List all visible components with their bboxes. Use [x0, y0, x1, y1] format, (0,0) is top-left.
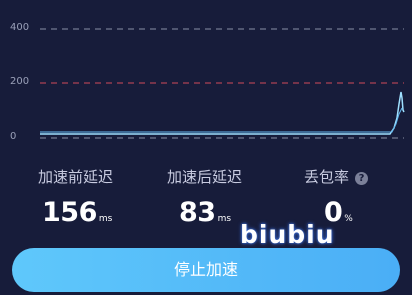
watermark-logo: biubiu	[240, 220, 335, 249]
stat-label-before: 加速前延迟	[38, 168, 114, 186]
stat-unit-after: ms	[217, 214, 232, 224]
stat-value-after: 83	[179, 197, 216, 228]
help-icon[interactable]: ?	[355, 172, 369, 185]
latency-chart-svg	[40, 28, 405, 139]
latency-series-line-2	[40, 107, 403, 133]
y-tick-0: 0	[10, 131, 17, 142]
stats-row: 加速前延迟 156 ms 加速后延迟 83 ms 丢包率? 0%	[0, 166, 412, 236]
y-tick-400: 400	[10, 22, 30, 33]
stat-label-after: 加速后延迟	[167, 168, 243, 186]
stop-acceleration-button[interactable]: 停止加速	[12, 248, 400, 292]
latency-series-line	[40, 91, 405, 135]
stat-value-before: 156	[42, 197, 97, 228]
latency-chart: 400 200 0	[0, 0, 412, 160]
stat-latency-before: 加速前延迟 156 ms	[38, 166, 113, 228]
y-tick-200: 200	[10, 76, 30, 87]
stat-label-loss: 丢包率	[304, 168, 350, 186]
stat-unit-loss: %	[344, 214, 353, 224]
stat-latency-after: 加速后延迟 83 ms	[167, 166, 242, 228]
stat-unit-before: ms	[98, 214, 113, 224]
stat-packet-loss: 丢包率? 0%	[304, 166, 369, 228]
